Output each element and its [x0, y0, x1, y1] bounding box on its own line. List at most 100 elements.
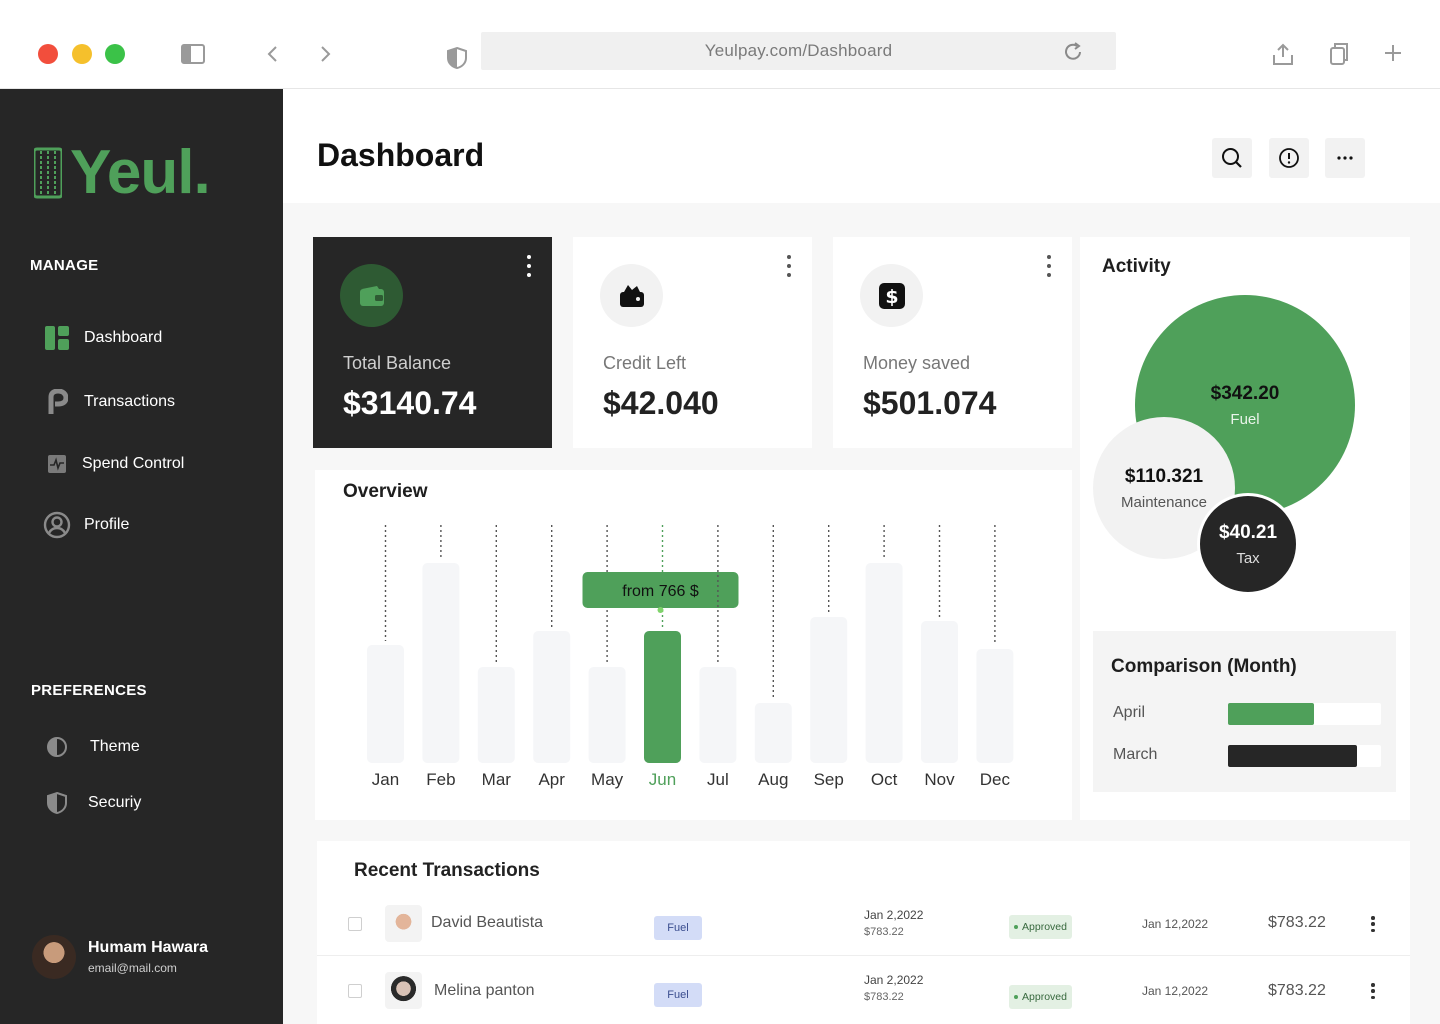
transactions-icon — [42, 387, 72, 417]
date-text: Jan 2,2022 — [864, 973, 924, 987]
avatar — [32, 935, 76, 979]
forward-arrow-icon[interactable] — [316, 42, 336, 66]
dollar-icon: $ — [860, 264, 923, 327]
back-arrow-icon[interactable] — [262, 42, 282, 66]
browser-chrome: Yeulpay.com/Dashboard — [0, 0, 1440, 89]
info-button[interactable] — [1269, 138, 1309, 178]
transaction-name: Melina panton — [434, 982, 535, 999]
credit-left-card: Credit Left $42.040 — [573, 237, 812, 448]
bar-dec[interactable] — [976, 649, 1014, 763]
tooltip-text: from 766 $ — [622, 583, 699, 600]
x-tick-label-jul: Jul — [707, 770, 729, 789]
sidebar-item-transactions[interactable]: Transactions — [42, 387, 175, 417]
chart-tooltip: from 766 $ — [582, 572, 739, 613]
stat-value: $501.074 — [863, 385, 997, 421]
transaction-amount: $783.22 — [1268, 982, 1326, 999]
avatar — [385, 905, 422, 942]
settlement-date: Jan 12,2022 — [1142, 917, 1209, 931]
bubble-label: Maintenance — [1121, 493, 1207, 511]
sidebar-item-profile[interactable]: Profile — [42, 510, 129, 540]
x-tick-label-may: May — [591, 770, 624, 789]
brand-logo[interactable]: Yeul. — [34, 137, 211, 208]
stat-label: Credit Left — [603, 353, 687, 373]
bar-may[interactable] — [588, 667, 626, 763]
privacy-shield-icon[interactable] — [444, 45, 470, 71]
card-options-button[interactable] — [524, 255, 534, 277]
sidebar-item-spend-control[interactable]: Spend Control — [42, 449, 184, 479]
bar-oct[interactable] — [865, 563, 903, 763]
preferences-section-label: PREFERENCES — [31, 682, 147, 699]
bar-feb[interactable] — [422, 563, 460, 763]
sidebar-item-label: Transactions — [84, 393, 175, 410]
reload-icon[interactable] — [1062, 41, 1084, 68]
comparison-bar-fill — [1228, 745, 1357, 767]
dashboard-icon — [42, 323, 72, 353]
avatar — [385, 972, 422, 1009]
overview-bar-chart: Jan Feb Mar Apr May Jun from 766 $ Jul Aug Sep Oct… — [367, 525, 1014, 789]
x-tick-label-sep: Sep — [814, 770, 844, 789]
user-name: Humam Hawara — [88, 939, 209, 956]
sidebar-item-theme[interactable]: Theme — [42, 732, 140, 762]
more-horizontal-icon — [1337, 156, 1353, 160]
page-title: Dashboard — [317, 137, 485, 173]
purse-icon — [600, 264, 663, 327]
x-tick-label-dec: Dec — [980, 770, 1011, 789]
user-profile[interactable]: Humam Hawara email@mail.com — [32, 935, 208, 979]
bar-apr[interactable] — [533, 631, 571, 763]
maximize-window-button[interactable] — [105, 44, 125, 64]
row-checkbox[interactable] — [348, 917, 362, 931]
search-button[interactable] — [1212, 138, 1252, 178]
sidebar-item-dashboard[interactable]: Dashboard — [42, 323, 162, 353]
user-email: email@mail.com — [88, 961, 177, 975]
minimize-window-button[interactable] — [72, 44, 92, 64]
theme-icon — [42, 732, 72, 762]
profile-icon — [42, 510, 72, 540]
tabs-overview-icon[interactable] — [1328, 41, 1350, 67]
category-tag: Fuel — [654, 983, 702, 1007]
bar-jul[interactable] — [699, 667, 737, 763]
more-options-button[interactable] — [1325, 138, 1365, 178]
money-saved-card: $ Money saved $501.074 — [833, 237, 1072, 448]
table-row[interactable]: David Beautista Fuel Jan 2,2022 $783.22 … — [317, 890, 1410, 956]
bubble-value: $342.20 — [1210, 382, 1280, 404]
tax-bubble[interactable]: $40.21 Tax — [1197, 493, 1299, 595]
new-tab-icon[interactable] — [1382, 42, 1404, 64]
card-options-button[interactable] — [784, 255, 794, 277]
total-balance-card: Total Balance $3140.74 — [313, 237, 552, 448]
address-bar[interactable]: Yeulpay.com/Dashboard — [481, 32, 1116, 70]
bubble-value: $110.321 — [1124, 465, 1204, 487]
close-window-button[interactable] — [38, 44, 58, 64]
bar-jun[interactable] — [644, 631, 681, 763]
sidebar: Yeul. MANAGE Dashboard Transactions Spen… — [0, 89, 283, 1024]
row-checkbox[interactable] — [348, 984, 362, 998]
x-tick-label-apr: Apr — [538, 770, 565, 789]
x-tick-label-oct: Oct — [871, 770, 898, 789]
bubble-label: Fuel — [1230, 410, 1260, 428]
spend-control-icon — [42, 449, 72, 479]
share-icon[interactable] — [1271, 41, 1295, 67]
page-header: Dashboard — [283, 89, 1440, 203]
sidebar-toggle-icon[interactable] — [180, 42, 206, 66]
bar-jan[interactable] — [367, 645, 404, 763]
bar-sep[interactable] — [810, 617, 848, 763]
search-icon — [1222, 148, 1242, 168]
stat-label: Money saved — [863, 353, 971, 373]
table-row[interactable]: Melina panton Fuel Jan 2,2022 $783.22 Ap… — [317, 957, 1410, 1023]
row-options-button[interactable] — [1370, 916, 1376, 932]
sidebar-item-label: Dashboard — [84, 329, 163, 346]
date-amount: $783.22 — [864, 991, 904, 1003]
wallet-icon — [340, 264, 403, 327]
sidebar-item-security[interactable]: Securiy — [42, 788, 141, 818]
activity-title: Activity — [1102, 256, 1171, 277]
bar-aug[interactable] — [754, 703, 792, 763]
status-badge: Approved — [1009, 985, 1072, 1009]
row-options-button[interactable] — [1370, 983, 1376, 999]
sidebar-item-label: Spend Control — [82, 455, 185, 472]
card-options-button[interactable] — [1044, 255, 1054, 277]
x-tick-label-nov: Nov — [924, 770, 955, 789]
bar-mar[interactable] — [477, 667, 515, 763]
x-tick-label-jan: Jan — [372, 770, 399, 789]
bar-nov[interactable] — [921, 621, 958, 763]
recent-transactions-panel: Recent Transactions David Beautista Fuel… — [317, 841, 1410, 1024]
x-tick-label-feb: Feb — [426, 770, 455, 789]
